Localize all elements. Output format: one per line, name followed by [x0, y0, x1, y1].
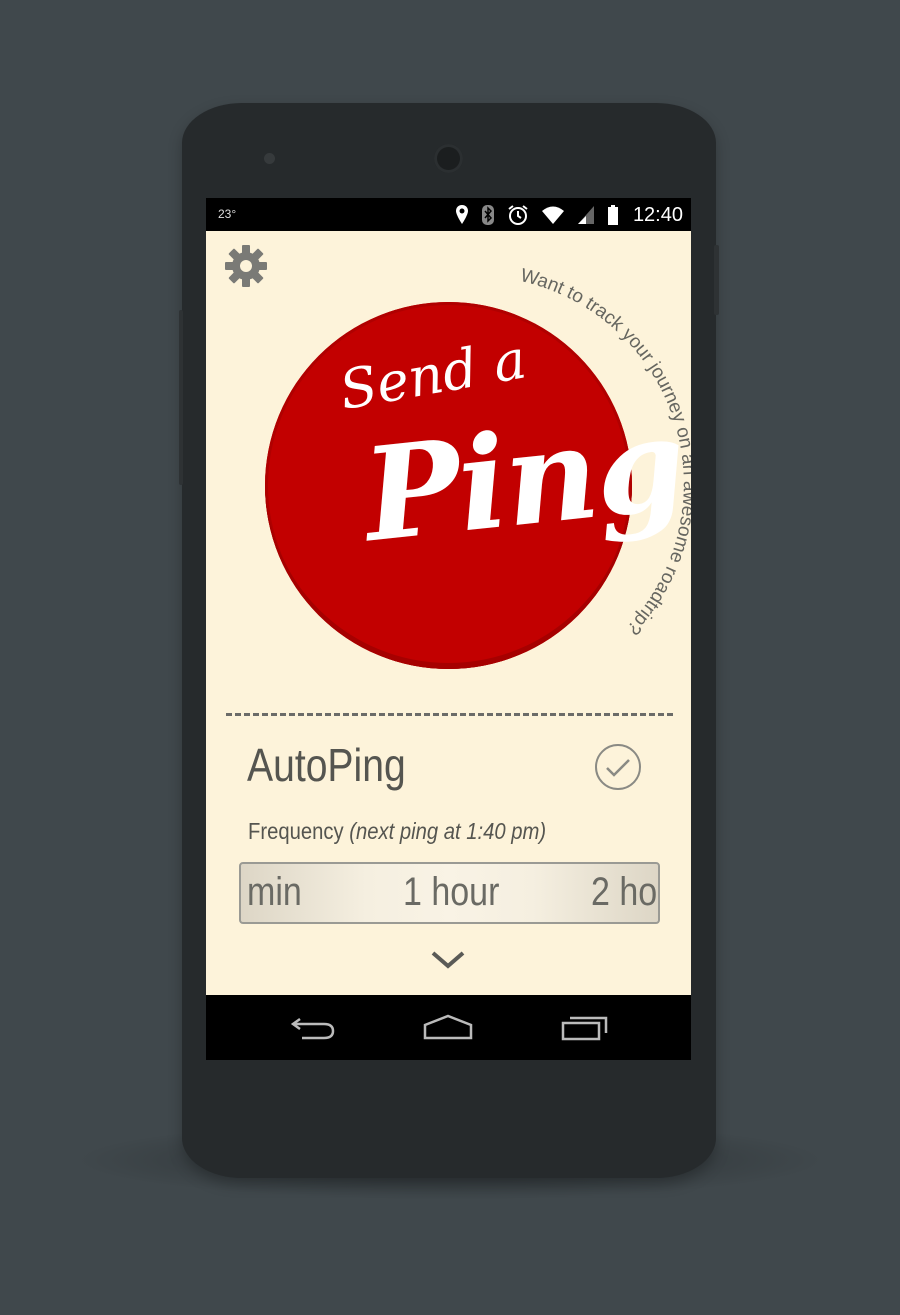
wifi-icon — [541, 206, 564, 224]
picker-option-selected[interactable]: 1 hour — [403, 870, 499, 915]
signal-icon — [577, 206, 594, 224]
autoping-checkbox[interactable] — [594, 743, 642, 791]
app-screen: 23° 12:40 Send a Ping Want to track your… — [206, 198, 691, 1060]
back-icon[interactable] — [290, 1013, 336, 1043]
status-icons: 12:40 — [455, 202, 683, 228]
proximity-sensor — [264, 153, 275, 164]
navigation-bar — [206, 995, 691, 1060]
picker-option[interactable]: min — [247, 870, 302, 915]
section-divider — [226, 713, 673, 716]
next-ping-note: (next ping at 1:40 pm) — [349, 818, 547, 844]
home-icon[interactable] — [423, 1013, 473, 1043]
alarm-icon — [508, 205, 528, 225]
temperature-label: 23° — [218, 207, 237, 221]
gear-icon[interactable] — [224, 244, 268, 288]
clock: 12:40 — [632, 203, 683, 226]
status-bar: 23° 12:40 — [206, 198, 691, 231]
check-icon — [606, 759, 630, 777]
picker-option[interactable]: 2 ho — [591, 870, 657, 915]
chevron-down-icon[interactable] — [430, 948, 466, 972]
frequency-title: Frequency — [248, 818, 344, 844]
send-ping-label: Send a Ping — [265, 302, 690, 669]
frequency-label: Frequency (next ping at 1:40 pm) — [248, 818, 546, 845]
power-button — [714, 245, 719, 315]
location-icon — [455, 205, 468, 224]
frequency-picker[interactable]: min 1 hour 2 ho — [239, 862, 660, 924]
battery-icon — [607, 205, 618, 225]
volume-button — [179, 310, 183, 485]
front-camera — [434, 144, 463, 173]
ping-text: Ping — [357, 388, 691, 572]
autoping-label: AutoPing — [247, 739, 406, 791]
recents-icon[interactable] — [561, 1013, 609, 1043]
bluetooth-icon — [481, 205, 494, 225]
